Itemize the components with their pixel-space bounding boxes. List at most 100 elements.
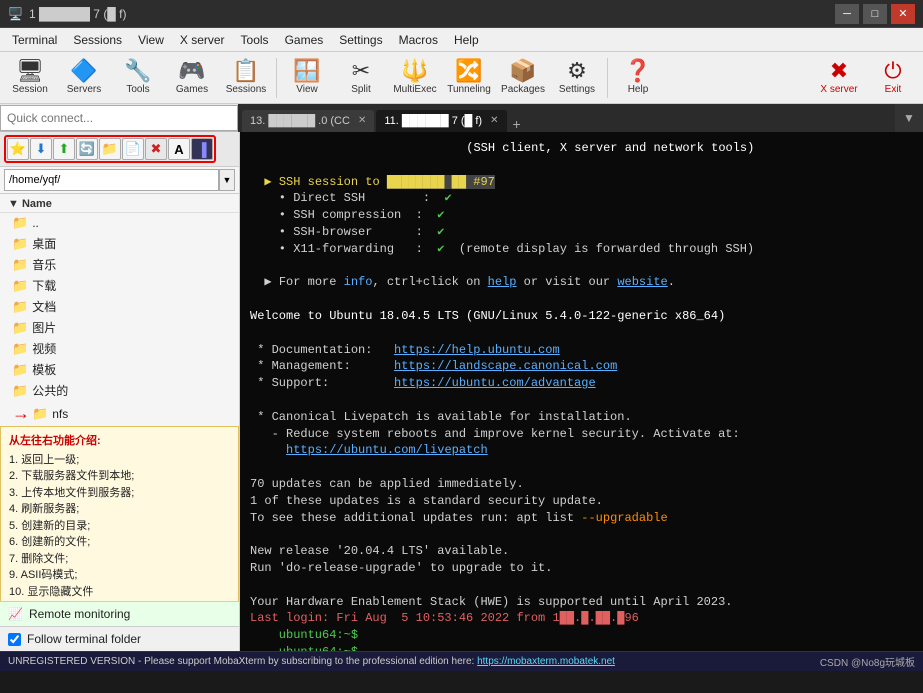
toolbar-sep-2 <box>607 58 608 98</box>
status-link[interactable]: https://mobaxterm.mobatek.net <box>477 656 615 667</box>
terminal-area[interactable]: (SSH client, X server and network tools)… <box>240 132 923 651</box>
servers-icon: 🔷 <box>70 60 97 82</box>
tab-1[interactable]: 13. ██████ .0 (CC ✕ <box>242 110 374 132</box>
file-tree: ▼ Name 📁 .. 📁 桌面 📁 音乐 📁 下载 📁 文档 <box>0 194 239 601</box>
list-item[interactable]: → 📁 nfs <box>0 401 239 426</box>
lp-upload-button[interactable]: ⬆ <box>53 138 75 160</box>
list-item[interactable]: 📁 模板 <box>0 359 239 380</box>
remote-monitoring-icon: 📈 <box>8 607 23 621</box>
list-item[interactable]: 📁 桌面 <box>0 233 239 254</box>
maximize-button[interactable]: □ <box>863 4 887 24</box>
toolbar-sessions-button[interactable]: 📋 Sessions <box>220 54 272 102</box>
menu-tools[interactable]: Tools <box>233 31 277 49</box>
annotation-line-5: 5. 创建新的目录; <box>9 518 230 535</box>
list-item[interactable]: 📁 .. <box>0 213 239 233</box>
toolbar-tools-button[interactable]: 🔧 Tools <box>112 54 164 102</box>
terminal-line: • X11-forwarding : ✔ (remote display is … <box>250 241 913 258</box>
lp-new-file-button[interactable]: 📄 <box>122 138 144 160</box>
split-icon: ✂ <box>352 60 370 82</box>
toolbar-packages-button[interactable]: 📦 Packages <box>497 54 549 102</box>
menu-macros[interactable]: Macros <box>391 31 446 49</box>
tab-2-close[interactable]: ✕ <box>490 115 498 126</box>
file-name: 模板 <box>32 361 56 378</box>
toolbar-tunneling-button[interactable]: 🔀 Tunneling <box>443 54 495 102</box>
toolbar-settings-button[interactable]: ⚙ Settings <box>551 54 603 102</box>
left-panel: ⭐ ⬇ ⬆ 🔄 📁 📄 ✖ A ▐ ▼ ▼ Name 📁 .. <box>0 132 240 651</box>
lp-download-button[interactable]: ⬇ <box>30 138 52 160</box>
close-button[interactable]: ✕ <box>891 4 915 24</box>
list-item[interactable]: 📁 公共的 <box>0 380 239 401</box>
menu-games[interactable]: Games <box>277 31 332 49</box>
toolbar-multiexec-button[interactable]: 🔱 MultiExec <box>389 54 441 102</box>
menu-terminal[interactable]: Terminal <box>4 31 65 49</box>
main-area: ⭐ ⬇ ⬆ 🔄 📁 📄 ✖ A ▐ ▼ ▼ Name 📁 .. <box>0 132 923 651</box>
terminal-line: - Reduce system reboots and improve kern… <box>250 426 913 443</box>
annotation-line-8: 9. ASII码模式; <box>9 567 230 584</box>
list-item[interactable]: 📁 音乐 <box>0 254 239 275</box>
toolbar-xserver-label: X server <box>820 84 857 95</box>
lp-ascii-button[interactable]: A <box>168 138 190 160</box>
quick-connect-input[interactable] <box>0 105 238 131</box>
tree-header: ▼ Name <box>0 196 239 213</box>
lp-refresh-button[interactable]: 🔄 <box>76 138 98 160</box>
tab-1-close[interactable]: ✕ <box>358 115 366 126</box>
menu-settings[interactable]: Settings <box>331 31 390 49</box>
menu-sessions[interactable]: Sessions <box>65 31 130 49</box>
terminal-line: 1 of these updates is a standard securit… <box>250 493 913 510</box>
follow-terminal-folder-row[interactable]: Follow terminal folder <box>0 627 239 651</box>
toolbar-xserver-button[interactable]: ✖ X server <box>813 54 865 102</box>
folder-icon: 📁 <box>12 215 28 231</box>
toolbar-help-button[interactable]: ❓ Help <box>612 54 664 102</box>
tabs-area: 13. ██████ .0 (CC ✕ 11. ██████ 7 (█ f) ✕… <box>238 104 895 132</box>
list-item[interactable]: 📁 图片 <box>0 317 239 338</box>
terminal-line: ▶ SSH session to ████████ ██ #97 <box>250 174 913 191</box>
folder-icon: 📁 <box>12 320 28 336</box>
title-bar-left: 🖥️ 1 ██████ 7 (█ f) <box>8 7 126 21</box>
folder-icon: 📁 <box>12 299 28 315</box>
annotation-line-7: 7. 删除文件; <box>9 551 230 568</box>
annotation-line-1: 1. 返回上一级; <box>9 452 230 469</box>
lp-home-button[interactable]: ⭐ <box>7 138 29 160</box>
file-name: .. <box>32 216 39 230</box>
tab-add-button[interactable]: + <box>509 116 525 132</box>
menu-help[interactable]: Help <box>446 31 487 49</box>
list-item[interactable]: 📁 文档 <box>0 296 239 317</box>
toolbar-help-label: Help <box>628 84 649 95</box>
follow-folder-checkbox[interactable] <box>8 633 21 646</box>
lp-delete-button[interactable]: ✖ <box>145 138 167 160</box>
remote-monitoring-button[interactable]: 📈 Remote monitoring <box>0 602 239 627</box>
toolbar-session-label: Session <box>12 84 48 95</box>
toolbar-sessions-label: Sessions <box>226 84 267 95</box>
tab-2[interactable]: 11. ██████ 7 (█ f) ✕ <box>376 110 506 132</box>
terminal-line: ▶ For more info, ctrl+click on help or v… <box>250 274 913 291</box>
list-item[interactable]: 📁 下载 <box>0 275 239 296</box>
path-bar: ▼ <box>0 167 239 194</box>
session-icon: 🖥 <box>16 60 44 82</box>
toolbar-servers-button[interactable]: 🔷 Servers <box>58 54 110 102</box>
annotation-line-2: 2. 下载服务器文件到本地; <box>9 468 230 485</box>
tunneling-icon: 🔀 <box>455 60 482 82</box>
toolbar-sep-1 <box>276 58 277 98</box>
list-item[interactable]: 📁 视频 <box>0 338 239 359</box>
toolbar-exit-button[interactable]: ⏻ Exit <box>867 54 919 102</box>
terminal-line: Your Hardware Enablement Stack (HWE) is … <box>250 594 913 611</box>
minimize-button[interactable]: ─ <box>835 4 859 24</box>
tab-extra-button[interactable]: ▼ <box>895 104 923 132</box>
toolbar-view-button[interactable]: 🪟 View <box>281 54 333 102</box>
menu-view[interactable]: View <box>130 31 172 49</box>
toolbar-split-button[interactable]: ✂ Split <box>335 54 387 102</box>
toolbar-games-button[interactable]: 🎮 Games <box>166 54 218 102</box>
file-name: nfs <box>52 407 68 421</box>
remote-monitoring-label: Remote monitoring <box>29 607 130 621</box>
menu-xserver[interactable]: X server <box>172 31 233 49</box>
file-name: 下载 <box>32 277 56 294</box>
annotation-line-4: 4. 刷新服务器; <box>9 501 230 518</box>
lp-hidden-button[interactable]: ▐ <box>191 138 213 160</box>
terminal-line: ubuntu64:~$ <box>250 627 913 644</box>
path-input[interactable] <box>4 169 219 191</box>
terminal-line: • SSH-browser : ✔ <box>250 224 913 241</box>
toolbar-session-button[interactable]: 🖥 Session <box>4 54 56 102</box>
lp-new-folder-button[interactable]: 📁 <box>99 138 121 160</box>
terminal-line: Last login: Fri Aug 5 10:53:46 2022 from… <box>250 610 913 627</box>
path-dropdown-button[interactable]: ▼ <box>219 169 235 191</box>
